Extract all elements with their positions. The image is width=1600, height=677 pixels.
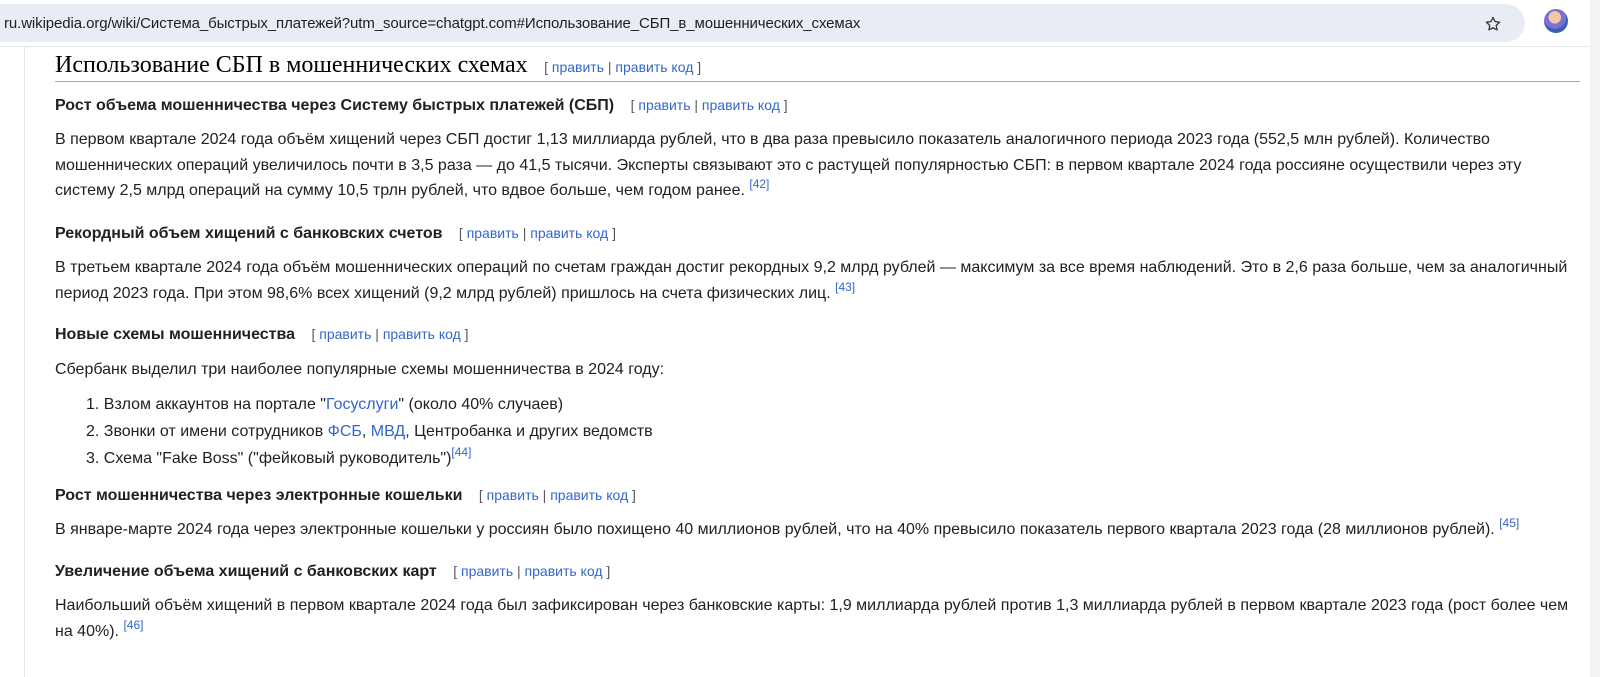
list-item: 1. Взлом аккаунтов на портале "Госуслуги… — [86, 395, 564, 413]
subsection-title: Рост мошенничества через электронные кош… — [55, 487, 463, 504]
edit-code-link[interactable]: править код — [383, 326, 461, 342]
browser-toolbar: ru.wikipedia.org/wiki/Система_быстрых_пл… — [0, 0, 1600, 46]
subsection-edit-links: [ править | править код ] — [630, 97, 788, 113]
reference-link[interactable]: [43] — [835, 280, 855, 294]
paragraph: Наибольший объём хищений в первом кварта… — [55, 597, 1569, 640]
subsection-title: Рост объема мошенничества через Систему … — [55, 97, 615, 114]
edit-link[interactable]: править — [319, 326, 371, 342]
list-item: 3. Схема "Fake Boss" ("фейковый руководи… — [86, 444, 472, 467]
edit-link[interactable]: править — [487, 487, 539, 503]
list-item: 2. Звонки от имени сотрудников ФСБ, МВД,… — [86, 422, 653, 440]
edit-link[interactable]: править — [467, 225, 519, 241]
reference-link[interactable]: [45] — [1499, 516, 1519, 530]
section-edit-links: [ править | править код ] — [544, 59, 702, 75]
profile-avatar[interactable] — [1544, 9, 1568, 33]
divider — [0, 46, 1590, 47]
reference-link[interactable]: [42] — [749, 177, 769, 191]
subsection-edit-links: [ править | править код ] — [478, 487, 636, 503]
subsection-title: Увеличение объема хищений с банковских к… — [55, 563, 437, 580]
edit-link[interactable]: править — [552, 59, 604, 75]
edit-code-link[interactable]: править код — [702, 97, 780, 113]
subsection-title: Новые схемы мошенничества — [55, 326, 296, 343]
reference-link[interactable]: [44] — [451, 445, 471, 459]
edit-code-link[interactable]: править код — [530, 225, 608, 241]
subsection-edit-links: [ править | править код ] — [453, 563, 611, 579]
paragraph: В январе-марте 2024 года через электронн… — [55, 516, 1520, 538]
edit-code-link[interactable]: править код — [550, 487, 628, 503]
mvd-link[interactable]: МВД — [371, 423, 405, 440]
paragraph: В третьем квартале 2024 года объём мошен… — [55, 259, 1568, 302]
subsection-sbp-growth: Рост объема мошенничества через Систему … — [55, 97, 1580, 204]
reference-link[interactable]: [46] — [123, 618, 143, 632]
subsection-edit-links: [ править | править код ] — [458, 225, 616, 241]
divider — [24, 46, 25, 677]
subsection-edit-links: [ править | править код ] — [311, 326, 469, 342]
edit-link[interactable]: править — [461, 563, 513, 579]
edit-link[interactable]: править — [638, 97, 690, 113]
paragraph: В первом квартале 2024 года объём хищени… — [55, 131, 1522, 199]
bookmark-star-icon[interactable] — [1484, 15, 1502, 33]
url-text[interactable]: ru.wikipedia.org/wiki/Система_быстрых_пл… — [4, 15, 860, 32]
section-heading-row: Использование СБП в мошеннических схемах… — [55, 50, 1580, 82]
subsection-record-accounts: Рекордный объем хищений с банковских сче… — [55, 225, 1580, 306]
subsection-bank-cards: Увеличение объема хищений с банковских к… — [55, 563, 1580, 644]
subsection-title: Рекордный объем хищений с банковских сче… — [55, 225, 443, 242]
gosuslugi-link[interactable]: Госуслуги — [326, 396, 398, 413]
section-title: Использование СБП в мошеннических схемах — [55, 52, 528, 78]
subsection-e-wallets: Рост мошенничества через электронные кош… — [55, 487, 1580, 543]
fsb-link[interactable]: ФСБ — [328, 423, 362, 440]
article-content: Использование СБП в мошеннических схемах… — [55, 50, 1580, 640]
paragraph: Сбербанк выделил три наиболее популярные… — [55, 361, 665, 378]
schemes-list: 1. Взлом аккаунтов на портале "Госуслуги… — [55, 391, 1580, 472]
scrollbar[interactable] — [1590, 0, 1600, 677]
address-bar[interactable]: ru.wikipedia.org/wiki/Система_быстрых_пл… — [0, 4, 1525, 42]
edit-code-link[interactable]: править код — [525, 563, 603, 579]
edit-code-link[interactable]: править код — [615, 59, 693, 75]
subsection-new-schemes: Новые схемы мошенничества [ править | пр… — [55, 326, 1580, 472]
